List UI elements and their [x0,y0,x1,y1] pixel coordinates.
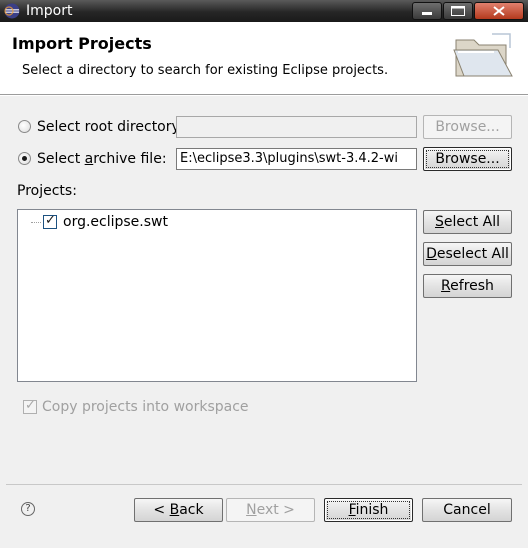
title-bar[interactable]: Import [0,0,528,23]
projects-label: Projects: [17,183,77,199]
finish-button[interactable]: Finish [324,498,413,522]
archive-file-radio[interactable] [18,152,31,165]
browse-archive-button[interactable]: Browse... [423,147,512,171]
cancel-button[interactable]: Cancel [422,498,512,522]
tree-connector [31,222,41,223]
maximize-icon [451,6,465,16]
root-directory-label: Select root directory: [37,119,184,135]
minimize-icon [422,12,432,15]
page-title: Import Projects [12,34,152,53]
footer-divider [6,484,522,485]
project-checkbox[interactable] [43,213,57,229]
minimize-button[interactable] [412,2,442,20]
next-button[interactable]: Next > [226,498,315,522]
help-icon[interactable]: ? [21,502,35,516]
projects-list[interactable]: org.eclipse.swt [17,209,417,382]
back-button[interactable]: < Back [134,498,223,522]
root-directory-input[interactable] [176,116,417,138]
close-icon [493,6,505,16]
browse-root-button[interactable]: Browse... [423,115,512,139]
copy-into-workspace-checkbox[interactable] [23,398,37,414]
folder-icon [453,33,513,77]
window-title: Import [26,3,73,19]
deselect-all-button[interactable]: Deselect All [423,242,512,266]
dialog-header [0,22,528,94]
select-all-button[interactable]: Select All [423,210,512,234]
archive-file-input[interactable]: E:\eclipse3.3\plugins\swt-3.4.2-wi [176,148,417,170]
project-name: org.eclipse.swt [63,214,168,230]
page-message: Select a directory to search for existin… [22,63,389,78]
copy-into-workspace-label: Copy projects into workspace [42,399,249,415]
maximize-button[interactable] [443,2,473,20]
refresh-button[interactable]: Refresh [423,274,512,298]
root-directory-radio[interactable] [18,120,31,133]
archive-file-label: Select archive file: [37,151,167,167]
eclipse-icon [4,3,20,19]
close-button[interactable] [474,2,524,20]
